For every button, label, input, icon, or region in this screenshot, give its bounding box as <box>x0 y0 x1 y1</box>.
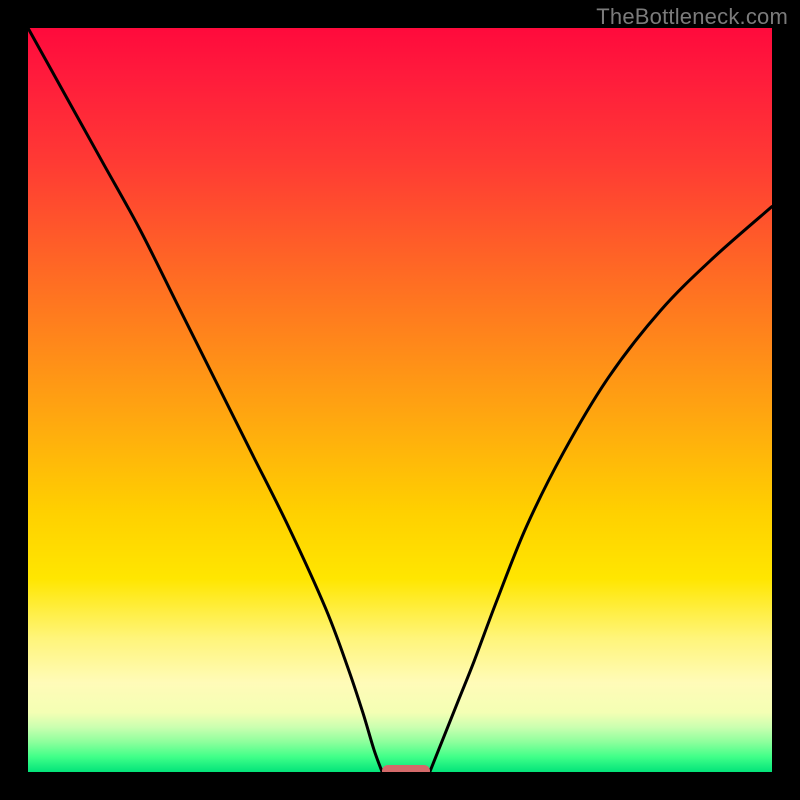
right-curve-line <box>430 207 772 772</box>
chart-frame: TheBottleneck.com <box>0 0 800 800</box>
left-curve-line <box>28 28 382 772</box>
chart-curves-svg <box>28 28 772 772</box>
watermark-text: TheBottleneck.com <box>596 4 788 30</box>
minimum-marker <box>382 765 430 772</box>
chart-plot-area <box>28 28 772 772</box>
